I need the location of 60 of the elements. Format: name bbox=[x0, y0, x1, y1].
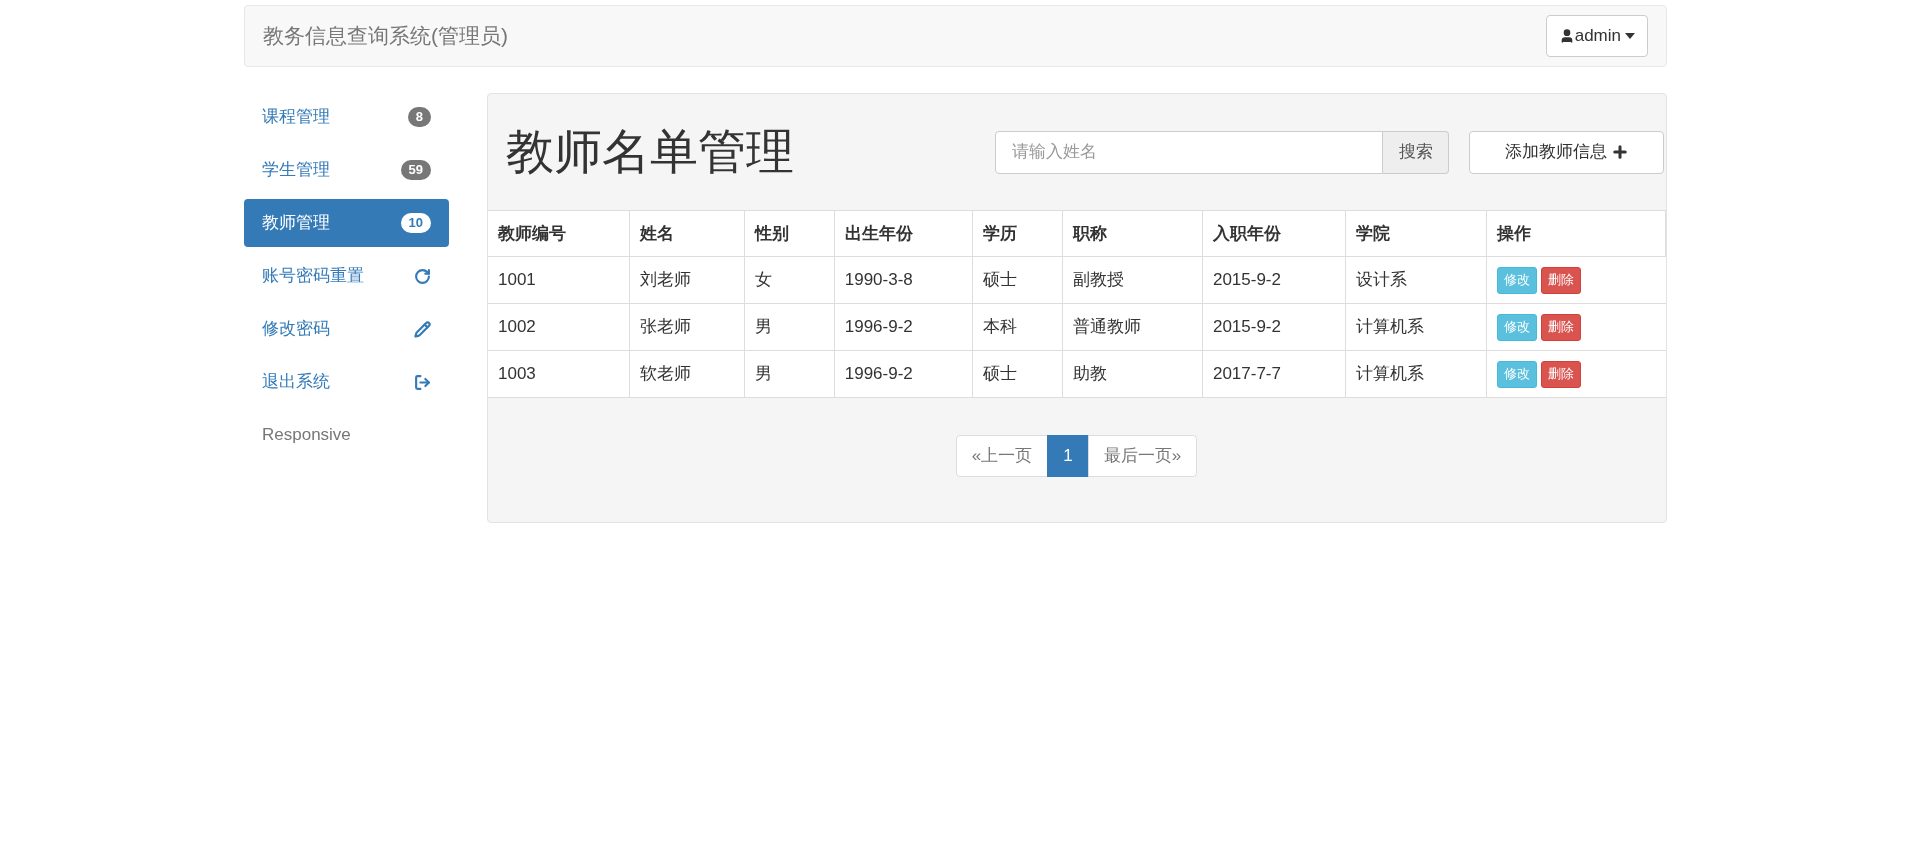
delete-button[interactable]: 删除 bbox=[1541, 266, 1582, 294]
table-cell: 1990-3-8 bbox=[834, 256, 973, 304]
table-cell: 1996-9-2 bbox=[834, 303, 973, 351]
page-link[interactable]: 最后一页» bbox=[1087, 435, 1198, 477]
user-menu-button[interactable]: admin bbox=[1545, 15, 1648, 57]
column-header: 教师编号 bbox=[488, 210, 630, 257]
table-cell: 普通教师 bbox=[1062, 303, 1203, 351]
column-header: 职称 bbox=[1062, 210, 1203, 257]
table-cell: 副教授 bbox=[1062, 256, 1203, 304]
refresh-icon bbox=[414, 267, 431, 285]
column-header: 姓名 bbox=[629, 210, 745, 257]
sidebar-item[interactable]: 教师管理 10 bbox=[244, 199, 449, 247]
column-header: 学历 bbox=[972, 210, 1063, 257]
table-cell: 助教 bbox=[1062, 350, 1203, 398]
delete-button[interactable]: 删除 bbox=[1541, 313, 1582, 341]
table-cell: 计算机系 bbox=[1345, 350, 1487, 398]
table-cell: 硕士 bbox=[972, 256, 1063, 304]
table-cell: 1003 bbox=[488, 350, 630, 398]
table-cell: 计算机系 bbox=[1345, 303, 1487, 351]
table-cell: 硕士 bbox=[972, 350, 1063, 398]
table-cell: 1996-9-2 bbox=[834, 350, 973, 398]
caret-icon bbox=[1625, 33, 1635, 39]
table-cell: 软老师 bbox=[629, 350, 745, 398]
count-badge: 8 bbox=[407, 107, 431, 127]
column-header: 学院 bbox=[1345, 210, 1487, 257]
count-badge: 59 bbox=[400, 160, 431, 180]
sidebar-item[interactable]: Responsive bbox=[244, 411, 449, 459]
page-link[interactable]: 1 bbox=[1047, 435, 1089, 477]
sidebar-item[interactable]: 课程管理 8 bbox=[244, 93, 449, 141]
delete-button[interactable]: 删除 bbox=[1541, 360, 1582, 388]
table-cell: 设计系 bbox=[1345, 256, 1487, 304]
table-cell: 2017-7-7 bbox=[1202, 350, 1346, 398]
page-link[interactable]: «上一页 bbox=[955, 435, 1049, 477]
table-cell: 女 bbox=[744, 256, 835, 304]
sidebar-item[interactable]: 账号密码重置 bbox=[244, 252, 449, 300]
search-field[interactable]: 请输入姓名 bbox=[995, 130, 1383, 174]
count-badge: 10 bbox=[400, 213, 431, 233]
add-teacher-button[interactable]: 添加教师信息 bbox=[1469, 130, 1664, 174]
navbar-brand[interactable]: 教务信息查询系统(管理员) bbox=[263, 20, 508, 52]
logout-icon bbox=[414, 373, 431, 391]
pencil-icon bbox=[414, 320, 431, 338]
table-cell: 2015-9-2 bbox=[1202, 303, 1346, 351]
column-header: 入职年份 bbox=[1202, 210, 1346, 257]
table-cell: 男 bbox=[744, 303, 835, 351]
table-cell: 1001 bbox=[488, 256, 630, 304]
sidebar-item[interactable]: 退出系统 bbox=[244, 358, 449, 406]
table-cell: 本科 bbox=[972, 303, 1063, 351]
table-cell: 2015-9-2 bbox=[1202, 256, 1346, 304]
table-cell: 男 bbox=[744, 350, 835, 398]
page-title: 教师名单管理 bbox=[506, 124, 794, 180]
sidebar-item[interactable]: 学生管理 59 bbox=[244, 146, 449, 194]
sidebar-item[interactable]: 修改密码 bbox=[244, 305, 449, 353]
search-button[interactable]: 搜索 bbox=[1383, 130, 1449, 174]
table-cell: 刘老师 bbox=[629, 256, 745, 304]
table-cell: 1002 bbox=[488, 303, 630, 351]
column-header: 操作 bbox=[1486, 210, 1666, 257]
column-header: 性别 bbox=[744, 210, 835, 257]
table-cell: 张老师 bbox=[629, 303, 745, 351]
column-header: 出生年份 bbox=[834, 210, 973, 257]
plus-icon bbox=[1610, 143, 1629, 161]
